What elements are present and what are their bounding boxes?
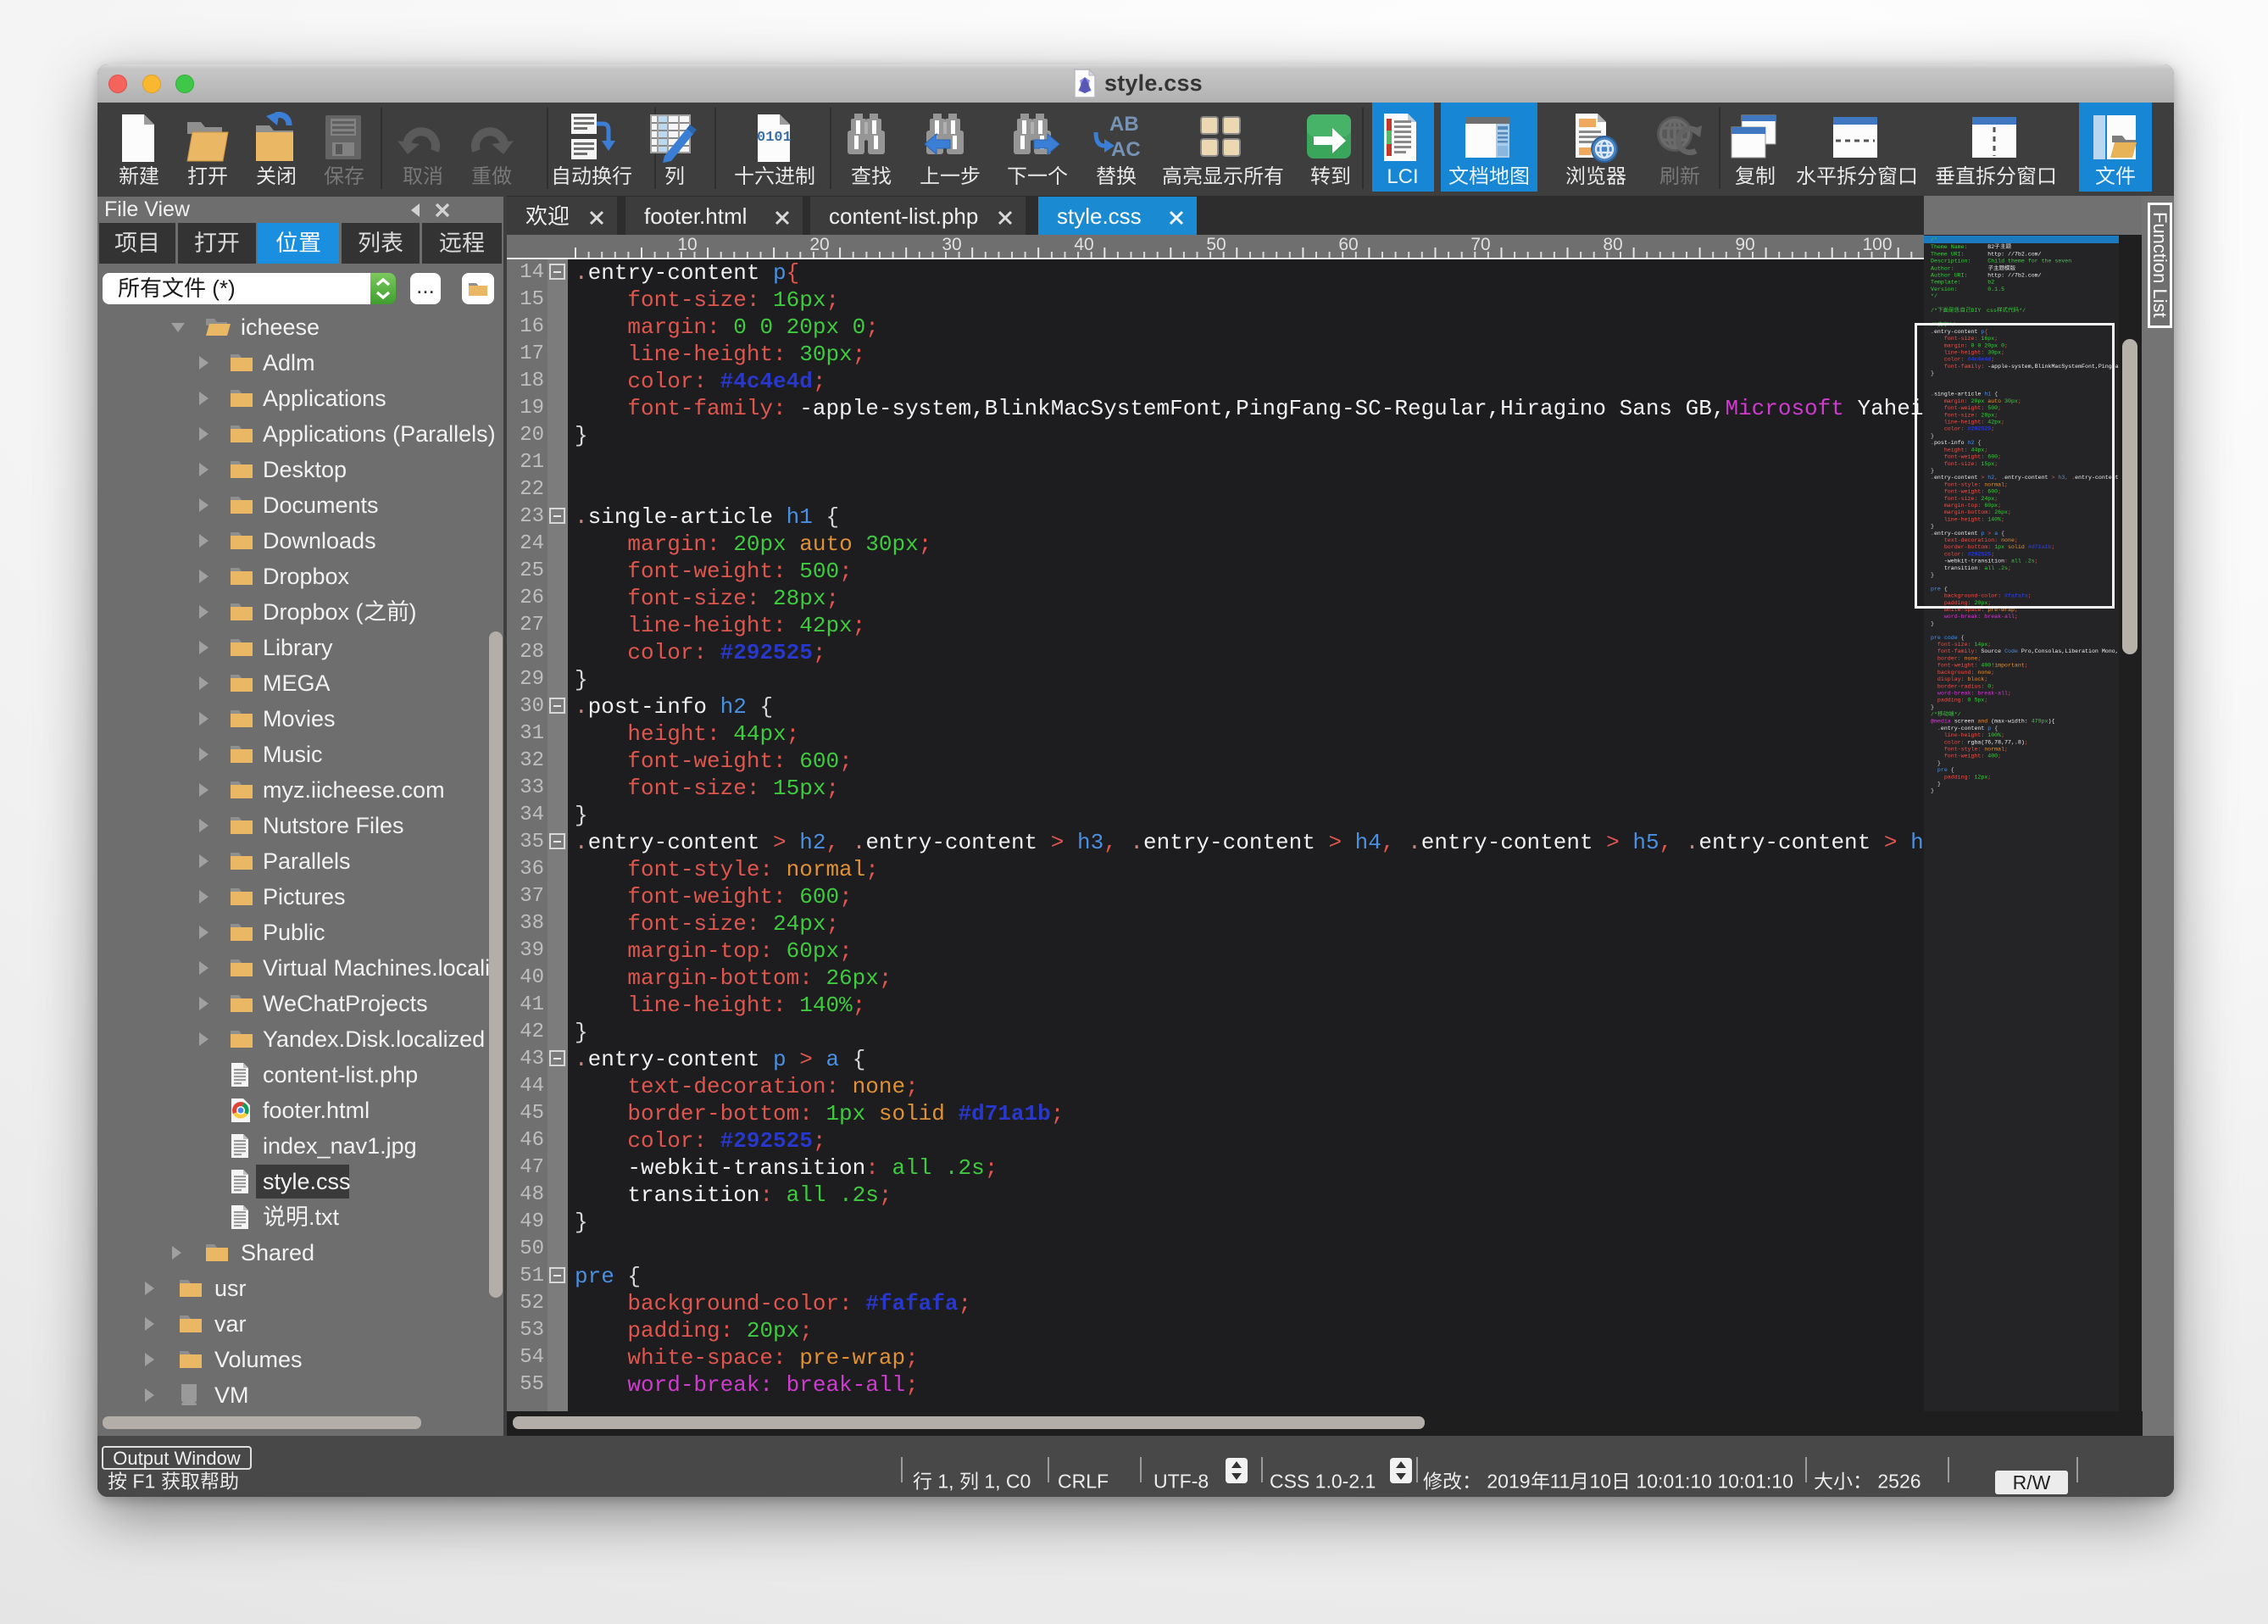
svg-text:AC: AC — [1111, 138, 1140, 161]
svg-text:0101: 0101 — [757, 130, 792, 146]
svg-text:60: 60 — [1338, 235, 1358, 254]
svg-text:100: 100 — [1862, 235, 1892, 254]
svg-text:30: 30 — [942, 235, 961, 254]
svg-text:70: 70 — [1470, 235, 1490, 254]
svg-text:80: 80 — [1603, 235, 1622, 254]
svg-text:10: 10 — [677, 235, 697, 254]
svg-text:40: 40 — [1074, 235, 1093, 254]
svg-text:90: 90 — [1735, 235, 1754, 254]
svg-text:AB: AB — [1109, 113, 1139, 136]
svg-text:20: 20 — [809, 235, 829, 254]
svg-text:50: 50 — [1206, 235, 1226, 254]
